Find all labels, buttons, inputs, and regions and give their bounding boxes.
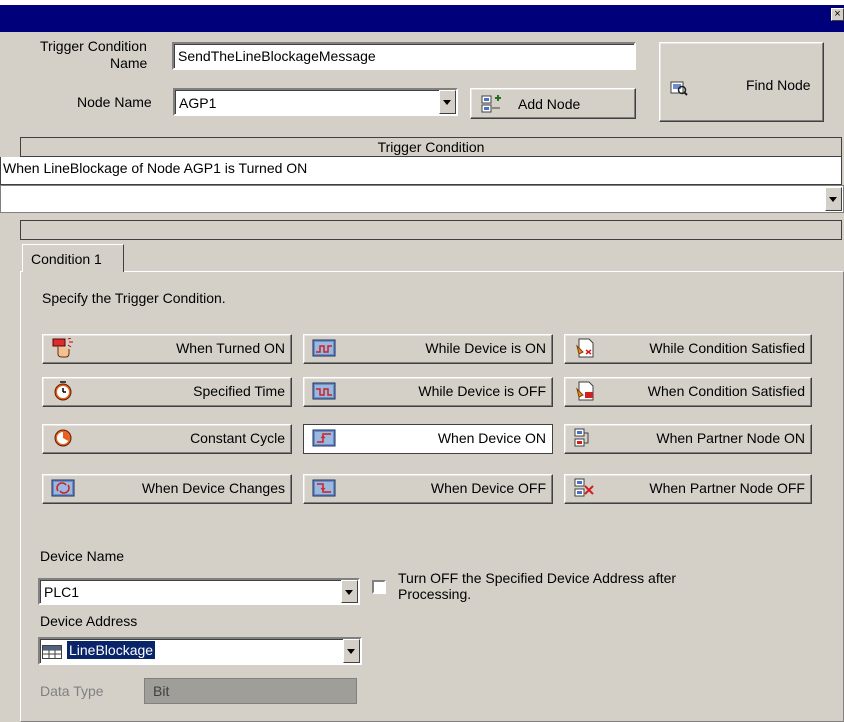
condition-ok-icon: [576, 381, 594, 401]
while-condition-satisfied-button[interactable]: While Condition Satisfied: [564, 334, 812, 364]
when-turned-on-label: When Turned ON: [176, 340, 285, 356]
turn-off-label-line2: Processing.: [398, 586, 472, 602]
node-name-label: Node Name: [77, 94, 152, 110]
when-partner-node-on-label: When Partner Node ON: [656, 430, 805, 446]
partner-node-off-icon: [574, 478, 594, 497]
data-type-label: Data Type: [40, 683, 104, 699]
node-name-dropdown[interactable]: AGP1: [173, 88, 458, 116]
while-device-is-off-label: While Device is OFF: [418, 383, 546, 399]
device-on-wave-icon: [312, 339, 336, 357]
tab-condition-1[interactable]: Condition 1: [22, 244, 124, 272]
device-off-wave-icon: [312, 382, 336, 400]
trigger-condition-summary: When LineBlockage of Node AGP1 is Turned…: [3, 160, 308, 176]
device-name-value: PLC1: [44, 584, 80, 600]
when-partner-node-off-button[interactable]: When Partner Node OFF: [564, 474, 812, 504]
find-node-icon: [670, 81, 688, 96]
close-button[interactable]: ×: [831, 8, 844, 21]
device-fall-icon: [312, 479, 336, 497]
chevron-down-icon[interactable]: [341, 580, 358, 603]
device-name-label: Device Name: [40, 548, 125, 564]
partner-node-on-icon: [574, 428, 589, 447]
device-address-input[interactable]: LineBlockage: [38, 637, 362, 665]
alarm-clock-icon: [54, 381, 72, 401]
chevron-down-icon[interactable]: [439, 90, 456, 114]
when-device-off-button[interactable]: When Device OFF: [303, 474, 553, 504]
chevron-down-icon[interactable]: [343, 639, 360, 663]
trigger-condition-name-label-line1: Trigger Condition: [40, 38, 147, 54]
when-device-changes-button[interactable]: When Device Changes: [42, 474, 292, 504]
condition-satisfied-icon: [576, 338, 594, 358]
when-turned-on-button[interactable]: When Turned ON: [42, 334, 292, 364]
node-name-value: AGP1: [179, 95, 217, 111]
chevron-down-icon[interactable]: [825, 187, 842, 211]
turn-off-after-processing-label: Turn OFF the Specified Device Address af…: [398, 570, 676, 602]
title-bar: [0, 5, 844, 32]
find-node-label: Find Node: [746, 77, 811, 93]
add-node-button[interactable]: Add Node: [470, 88, 636, 119]
constant-cycle-label: Constant Cycle: [190, 430, 285, 446]
when-condition-satisfied-label: When Condition Satisfied: [647, 383, 805, 399]
specified-time-button[interactable]: Specified Time: [42, 377, 292, 407]
find-node-button[interactable]: Find Node: [659, 42, 824, 122]
when-partner-node-on-button[interactable]: When Partner Node ON: [564, 424, 812, 454]
trigger-condition-name-input[interactable]: SendTheLineBlockageMessage: [172, 42, 636, 70]
data-type-value: Bit: [153, 683, 170, 699]
trigger-condition-header: Trigger Condition: [20, 137, 842, 157]
when-device-on-label: When Device ON: [437, 430, 546, 446]
when-condition-satisfied-button[interactable]: When Condition Satisfied: [564, 377, 812, 407]
touch-hand-icon: [52, 338, 73, 358]
device-rise-icon: [312, 429, 336, 447]
turn-off-label-line1: Turn OFF the Specified Device Address af…: [398, 570, 677, 586]
when-partner-node-off-label: When Partner Node OFF: [649, 480, 805, 496]
trigger-condition-name-label-line2: Name: [110, 55, 148, 71]
while-device-is-off-button[interactable]: While Device is OFF: [303, 377, 553, 407]
add-node-icon: [481, 95, 501, 113]
specified-time-label: Specified Time: [193, 383, 285, 399]
while-device-is-on-button[interactable]: While Device is ON: [303, 334, 553, 364]
device-address-icon: [42, 645, 62, 659]
device-change-icon: [51, 479, 75, 497]
trigger-condition-summary-box: When LineBlockage of Node AGP1 is Turned…: [0, 157, 842, 185]
when-device-off-label: When Device OFF: [430, 480, 546, 496]
trigger-condition-dropdown[interactable]: [0, 185, 844, 213]
data-type-field: Bit: [144, 678, 357, 704]
when-device-on-button[interactable]: When Device ON: [303, 424, 553, 454]
constant-cycle-button[interactable]: Constant Cycle: [42, 424, 292, 454]
tab-condition-1-label: Condition 1: [31, 251, 102, 267]
when-device-changes-label: When Device Changes: [141, 480, 285, 496]
device-address-label: Device Address: [40, 613, 138, 629]
trigger-condition-name-value: SendTheLineBlockageMessage: [178, 48, 376, 64]
device-name-dropdown[interactable]: PLC1: [38, 578, 360, 605]
while-device-is-on-label: While Device is ON: [425, 340, 546, 356]
cycle-timer-icon: [54, 429, 72, 447]
add-node-label: Add Node: [518, 96, 581, 112]
turn-off-after-processing-checkbox[interactable]: [372, 580, 386, 594]
instruction-text: Specify the Trigger Condition.: [42, 290, 226, 306]
while-condition-satisfied-label: While Condition Satisfied: [649, 340, 805, 356]
trigger-condition-divider-bar: [20, 220, 842, 240]
device-address-value: LineBlockage: [67, 641, 156, 659]
